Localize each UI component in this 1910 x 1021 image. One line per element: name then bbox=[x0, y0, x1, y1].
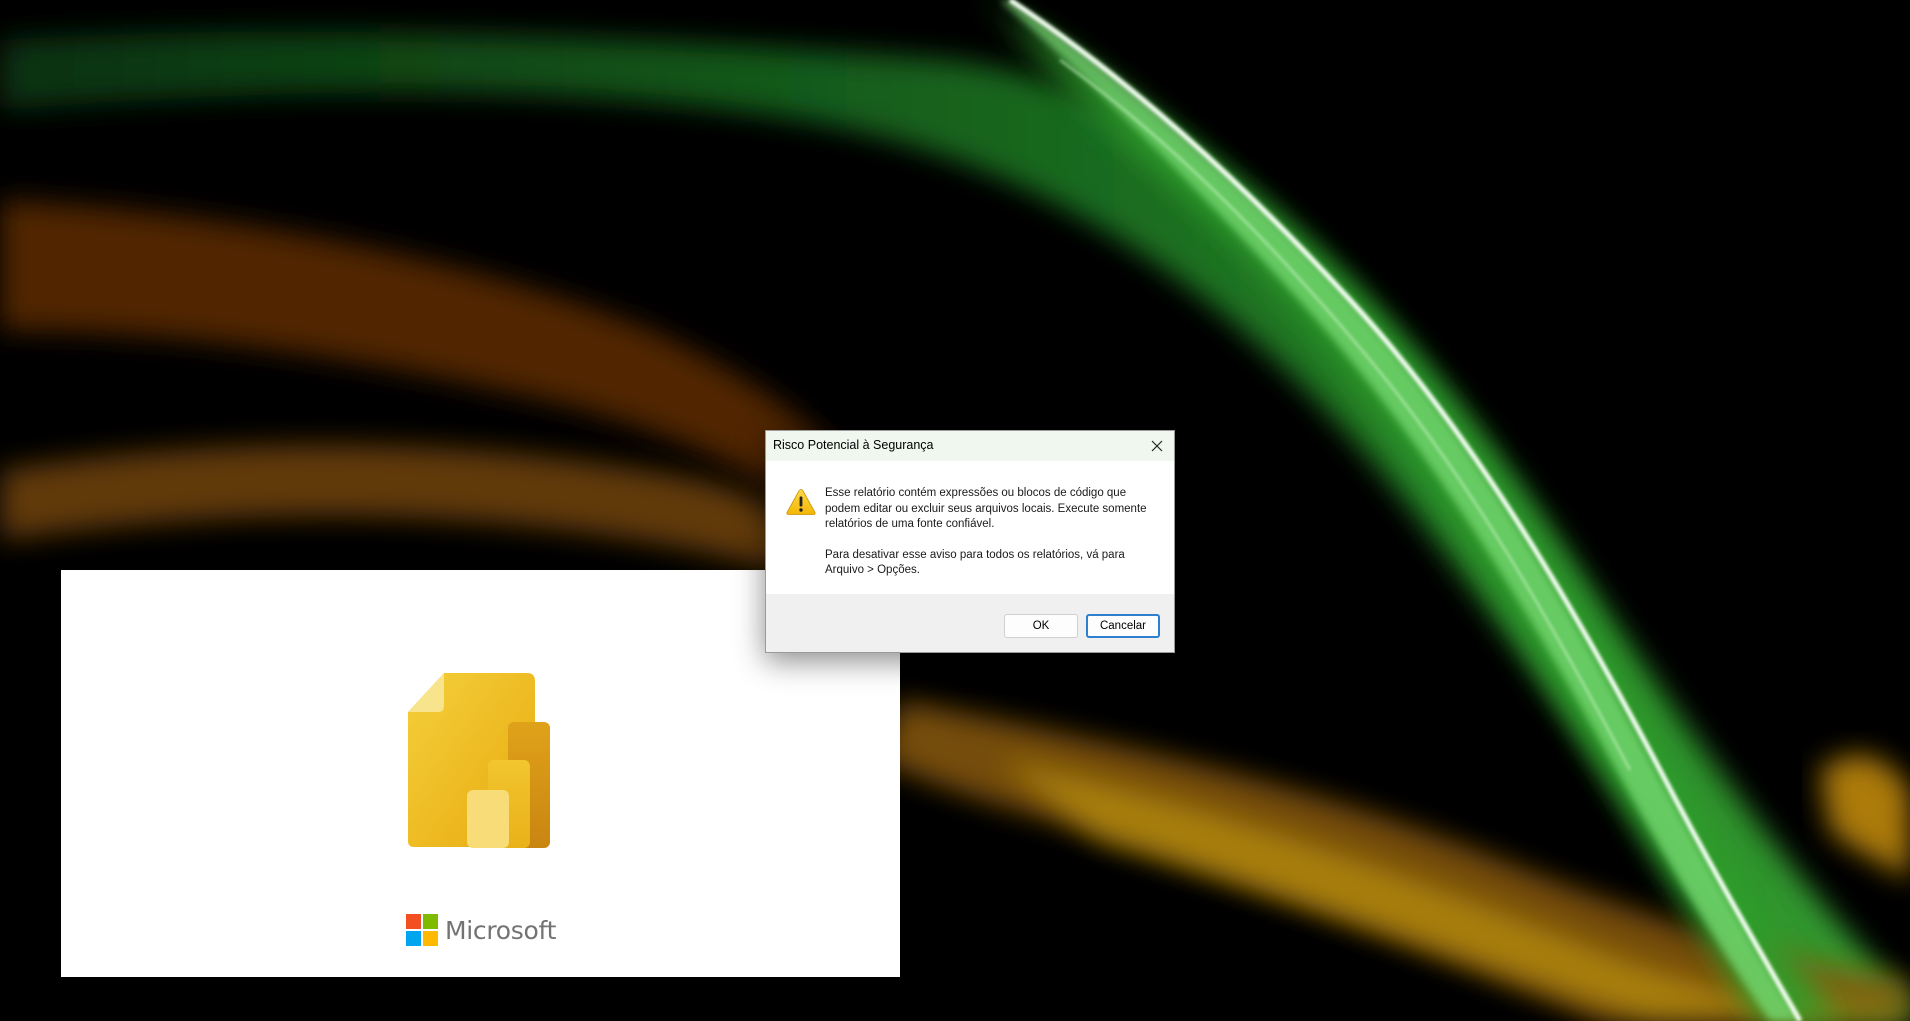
close-button[interactable] bbox=[1140, 431, 1174, 461]
ok-button[interactable]: OK bbox=[1004, 614, 1078, 638]
dialog-title: Risco Potencial à Segurança bbox=[773, 438, 934, 452]
dialog-content: Esse relatório contém expressões ou bloc… bbox=[766, 461, 1174, 594]
close-icon bbox=[1151, 440, 1163, 452]
security-warning-dialog: Risco Potencial à Segurança Esse relatór… bbox=[765, 430, 1175, 653]
dialog-message: Esse relatório contém expressões ou bloc… bbox=[825, 486, 1160, 579]
warning-message: Esse relatório contém expressões ou bloc… bbox=[825, 487, 1147, 530]
warning-icon bbox=[786, 489, 816, 515]
microsoft-logo-icon bbox=[406, 914, 438, 946]
dialog-titlebar[interactable]: Risco Potencial à Segurança bbox=[766, 431, 1174, 461]
brand-name: Microsoft bbox=[445, 915, 557, 945]
disable-warning-hint: Para desativar esse aviso para todos os … bbox=[825, 548, 1125, 577]
cancel-button[interactable]: Cancelar bbox=[1086, 614, 1160, 638]
microsoft-brand: Microsoft bbox=[406, 913, 556, 947]
dialog-footer: OK Cancelar bbox=[766, 594, 1174, 652]
power-bi-icon bbox=[408, 673, 550, 848]
desktop: Microsoft Risco Potencial à Segurança Es… bbox=[0, 0, 1910, 1021]
